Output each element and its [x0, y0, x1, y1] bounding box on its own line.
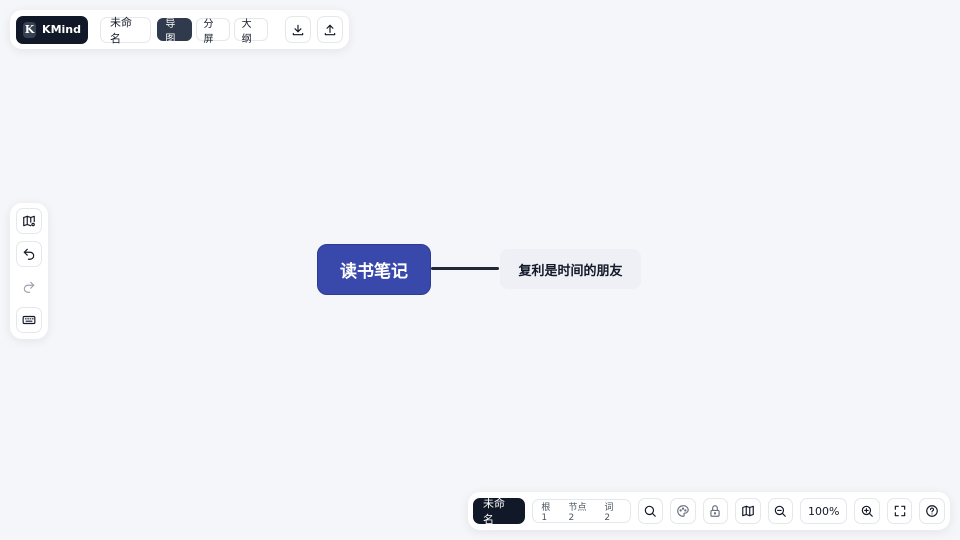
help-button[interactable]	[919, 498, 945, 524]
kmind-logo-icon: K	[23, 21, 37, 38]
keyboard-shortcuts-button[interactable]	[16, 307, 42, 333]
zoom-in-icon	[861, 505, 873, 517]
map-settings-button[interactable]	[16, 208, 42, 234]
zoom-out-button[interactable]	[767, 498, 794, 524]
tab-outline[interactable]: 大纲	[233, 18, 268, 45]
theme-button[interactable]	[670, 498, 696, 524]
search-icon	[645, 505, 657, 517]
upload-icon	[324, 24, 336, 35]
search-button[interactable]	[637, 498, 664, 524]
tab-mindmap[interactable]: 导图	[157, 18, 192, 45]
undo-icon	[23, 248, 35, 260]
map-settings-icon	[23, 215, 35, 227]
zoom-level-display[interactable]: 100%	[800, 498, 848, 524]
bottom-toolbar: 未命名 根 1 节点 2 词 2 100%	[468, 492, 950, 530]
lock-button[interactable]	[702, 498, 729, 524]
mindmap-connector	[431, 267, 499, 270]
minimap-button[interactable]	[735, 498, 761, 524]
document-stats: 根 1 节点 2 词 2	[532, 499, 631, 523]
help-icon	[926, 505, 938, 517]
top-toolbar: K KMind 未命名 导图 分屏 大纲	[10, 10, 349, 49]
bottom-document-title[interactable]: 未命名	[473, 497, 526, 526]
view-mode-tabs: 导图 分屏 大纲	[157, 18, 268, 45]
download-button[interactable]	[285, 16, 312, 43]
lock-icon	[710, 505, 721, 517]
mindmap-child-node[interactable]: 复利是时间的朋友	[500, 249, 641, 289]
stat-root-count: 根 1	[541, 502, 551, 523]
zoom-out-icon	[775, 505, 787, 517]
brand-button[interactable]: K KMind	[16, 15, 88, 44]
redo-icon	[23, 281, 35, 293]
zoom-in-button[interactable]	[854, 498, 880, 524]
redo-button[interactable]	[16, 274, 42, 300]
left-toolbar	[10, 203, 48, 339]
upload-button[interactable]	[317, 16, 343, 43]
tab-split[interactable]: 分屏	[195, 18, 230, 45]
fullscreen-icon	[894, 505, 905, 517]
map-icon	[742, 505, 754, 517]
brand-name: KMind	[42, 23, 81, 36]
palette-icon	[677, 505, 689, 517]
document-title-button[interactable]: 未命名	[100, 16, 152, 45]
undo-button[interactable]	[16, 241, 42, 267]
mindmap-root-node[interactable]: 读书笔记	[317, 244, 431, 295]
stat-word-count: 词 2	[604, 502, 614, 523]
keyboard-icon	[22, 315, 36, 325]
download-icon	[293, 24, 304, 35]
fullscreen-button[interactable]	[886, 498, 913, 524]
stat-node-count: 节点 2	[568, 502, 587, 523]
